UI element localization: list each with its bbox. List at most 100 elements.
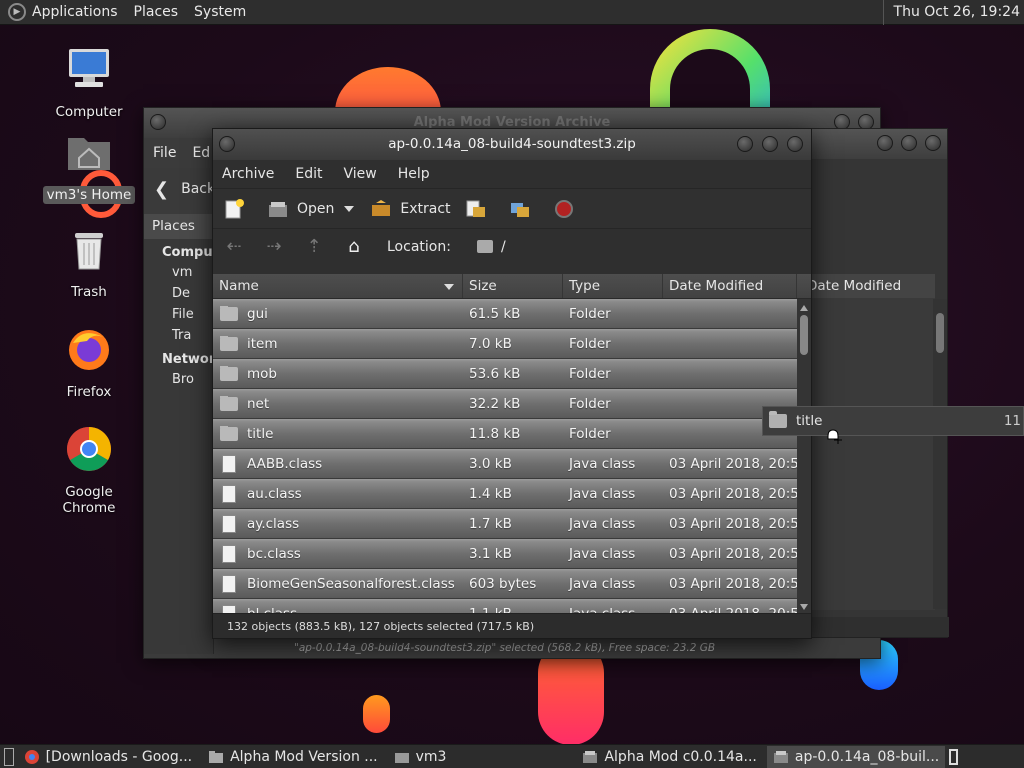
new-document-icon bbox=[225, 198, 244, 218]
scroll-thumb[interactable] bbox=[800, 315, 808, 355]
file-date: 03 April 2018, 20:56 bbox=[669, 485, 797, 502]
table-row[interactable]: au.class 1.4 kB Java class 03 April 2018, 2… bbox=[213, 479, 797, 509]
file-name: net bbox=[247, 395, 270, 412]
new-archive-button[interactable] bbox=[223, 198, 253, 219]
table-row[interactable]: item 7.0 kB Folder bbox=[213, 329, 797, 359]
window-menu-icon[interactable] bbox=[150, 114, 166, 130]
folder-icon bbox=[220, 395, 238, 411]
archive-manager-window: ap-0.0.14a_08-build4-soundtest3.zip Arch… bbox=[212, 128, 812, 639]
table-row[interactable]: bc.class 3.1 kB Java class 03 April 2018, 2… bbox=[213, 539, 797, 569]
applications-menu[interactable]: Applications bbox=[32, 4, 118, 20]
column-headers: Name Size Type Date Modified bbox=[213, 274, 811, 299]
column-size[interactable]: Size bbox=[463, 274, 563, 298]
java-file-icon bbox=[222, 544, 236, 563]
column-date-modified[interactable]: Date Modified bbox=[801, 274, 935, 298]
sidebar-item-filesystem[interactable]: File bbox=[144, 304, 213, 325]
file-name: ay.class bbox=[247, 515, 300, 532]
minimize-icon[interactable] bbox=[737, 136, 753, 152]
desktop-icon-firefox[interactable]: Firefox bbox=[34, 325, 144, 401]
sidebar-header[interactable]: Places bbox=[144, 214, 213, 239]
open-label: Open bbox=[297, 200, 335, 217]
workspace-switcher-icon[interactable] bbox=[949, 748, 958, 765]
add-files-button[interactable] bbox=[465, 199, 495, 219]
menu-edit[interactable]: Edit bbox=[295, 166, 322, 182]
column-name[interactable]: Name bbox=[213, 274, 463, 298]
taskbar-item-alpha-mod-version[interactable]: Alpha Mod Version ... bbox=[202, 746, 384, 768]
file-name-cell: title bbox=[213, 425, 463, 442]
drag-item-size: 11 bbox=[1003, 413, 1021, 429]
file-size: 3.0 kB bbox=[469, 455, 512, 472]
extract-label: Extract bbox=[400, 200, 451, 217]
window-title[interactable]: ap-0.0.14a_08-build4-soundtest3.zip bbox=[213, 129, 811, 160]
clock[interactable]: Thu Oct 26, 19:24 bbox=[882, 0, 1020, 25]
maximize-icon[interactable] bbox=[901, 135, 917, 151]
file-name: gui bbox=[247, 305, 268, 322]
forward-arrow-icon[interactable]: ⇢ bbox=[263, 236, 285, 258]
vertical-scrollbar[interactable] bbox=[933, 299, 947, 609]
taskbar-item-downloads[interactable]: [Downloads - Goog... bbox=[18, 746, 199, 768]
desktop-icon-home[interactable]: vm3's Home bbox=[34, 128, 144, 204]
system-menu[interactable]: System bbox=[194, 4, 246, 20]
sidebar-item-home[interactable]: vm bbox=[144, 262, 213, 283]
system-logo-icon[interactable]: ▶ bbox=[8, 3, 26, 21]
desktop-icon-trash[interactable]: Trash bbox=[34, 225, 144, 301]
sidebar-item-browse[interactable]: Bro bbox=[144, 369, 213, 390]
file-type: Folder bbox=[569, 335, 611, 352]
table-row[interactable]: title 11.8 kB Folder bbox=[213, 419, 797, 449]
minimize-icon[interactable] bbox=[877, 135, 893, 151]
taskbar-item-ap-zip[interactable]: ap-0.0.14a_08-buil... bbox=[766, 745, 946, 768]
show-desktop-icon[interactable] bbox=[4, 747, 14, 766]
status-bar: 132 objects (883.5 kB), 127 objects sele… bbox=[213, 613, 811, 638]
location-field[interactable]: / bbox=[476, 238, 506, 255]
extract-button[interactable]: Extract bbox=[370, 199, 451, 219]
maximize-icon[interactable] bbox=[762, 136, 778, 152]
back-arrow-icon[interactable]: ❮ bbox=[154, 179, 169, 200]
folder-icon bbox=[220, 425, 238, 441]
status-bar bbox=[801, 617, 949, 637]
desktop-icon-chrome[interactable]: Google Chrome bbox=[34, 425, 144, 517]
table-row[interactable]: bl.class 1.1 kB Java class 03 April 2018, 2… bbox=[213, 599, 797, 614]
scroll-up-icon[interactable] bbox=[800, 305, 808, 311]
chrome-icon bbox=[24, 749, 39, 764]
column-type[interactable]: Type bbox=[563, 274, 663, 298]
home-icon[interactable]: ⌂ bbox=[343, 236, 365, 258]
sidebar-item-trash[interactable]: Tra bbox=[144, 325, 213, 346]
table-row[interactable]: BiomeGenSeasonalforest.class 603 bytes Jav… bbox=[213, 569, 797, 599]
up-arrow-icon[interactable]: ⇡ bbox=[303, 236, 325, 258]
vertical-scrollbar[interactable] bbox=[797, 299, 811, 614]
taskbar-item-vm3[interactable]: vm3 bbox=[388, 746, 453, 768]
close-icon[interactable] bbox=[925, 135, 941, 151]
desktop-icon-computer[interactable]: Computer bbox=[34, 45, 144, 121]
open-button[interactable]: Open bbox=[267, 199, 334, 219]
menu-view[interactable]: View bbox=[344, 166, 377, 182]
open-dropdown-button[interactable] bbox=[344, 205, 355, 212]
taskbar-item-alpha-mod-c[interactable]: Alpha Mod c0.0.14a... bbox=[576, 746, 762, 768]
file-type: Folder bbox=[569, 305, 611, 322]
stop-button[interactable] bbox=[553, 199, 583, 219]
window-menu-icon[interactable] bbox=[219, 136, 235, 152]
scroll-down-icon[interactable] bbox=[800, 604, 808, 610]
menu-help[interactable]: Help bbox=[398, 166, 430, 182]
file-rows: gui 61.5 kB Folder item 7.0 kB Folder mob 53.6 … bbox=[213, 299, 797, 614]
wallpaper-shape bbox=[363, 695, 390, 733]
archive-icon bbox=[583, 750, 598, 763]
taskbar-item-label: ap-0.0.14a_08-buil... bbox=[794, 748, 940, 765]
sidebar-item-desktop[interactable]: De bbox=[144, 283, 213, 304]
table-row[interactable]: gui 61.5 kB Folder bbox=[213, 299, 797, 329]
menu-edit[interactable]: Ed bbox=[192, 145, 210, 161]
table-row[interactable]: AABB.class 3.0 kB Java class 03 April 2018,… bbox=[213, 449, 797, 479]
file-name-cell: net bbox=[213, 395, 463, 412]
add-folder-button[interactable] bbox=[509, 199, 539, 219]
menu-archive[interactable]: Archive bbox=[222, 166, 274, 182]
status-bar: "ap-0.0.14a_08-build4-soundtest3.zip" se… bbox=[294, 642, 716, 654]
close-icon[interactable] bbox=[787, 136, 803, 152]
menu-file[interactable]: File bbox=[153, 145, 176, 161]
back-button[interactable]: Back bbox=[181, 181, 215, 197]
back-arrow-icon[interactable]: ⇠ bbox=[223, 236, 245, 258]
location-path: / bbox=[500, 238, 506, 255]
table-row[interactable]: mob 53.6 kB Folder bbox=[213, 359, 797, 389]
table-row[interactable]: net 32.2 kB Folder bbox=[213, 389, 797, 419]
column-date-modified[interactable]: Date Modified bbox=[663, 274, 797, 298]
places-menu[interactable]: Places bbox=[134, 4, 179, 20]
table-row[interactable]: ay.class 1.7 kB Java class 03 April 2018, 2… bbox=[213, 509, 797, 539]
